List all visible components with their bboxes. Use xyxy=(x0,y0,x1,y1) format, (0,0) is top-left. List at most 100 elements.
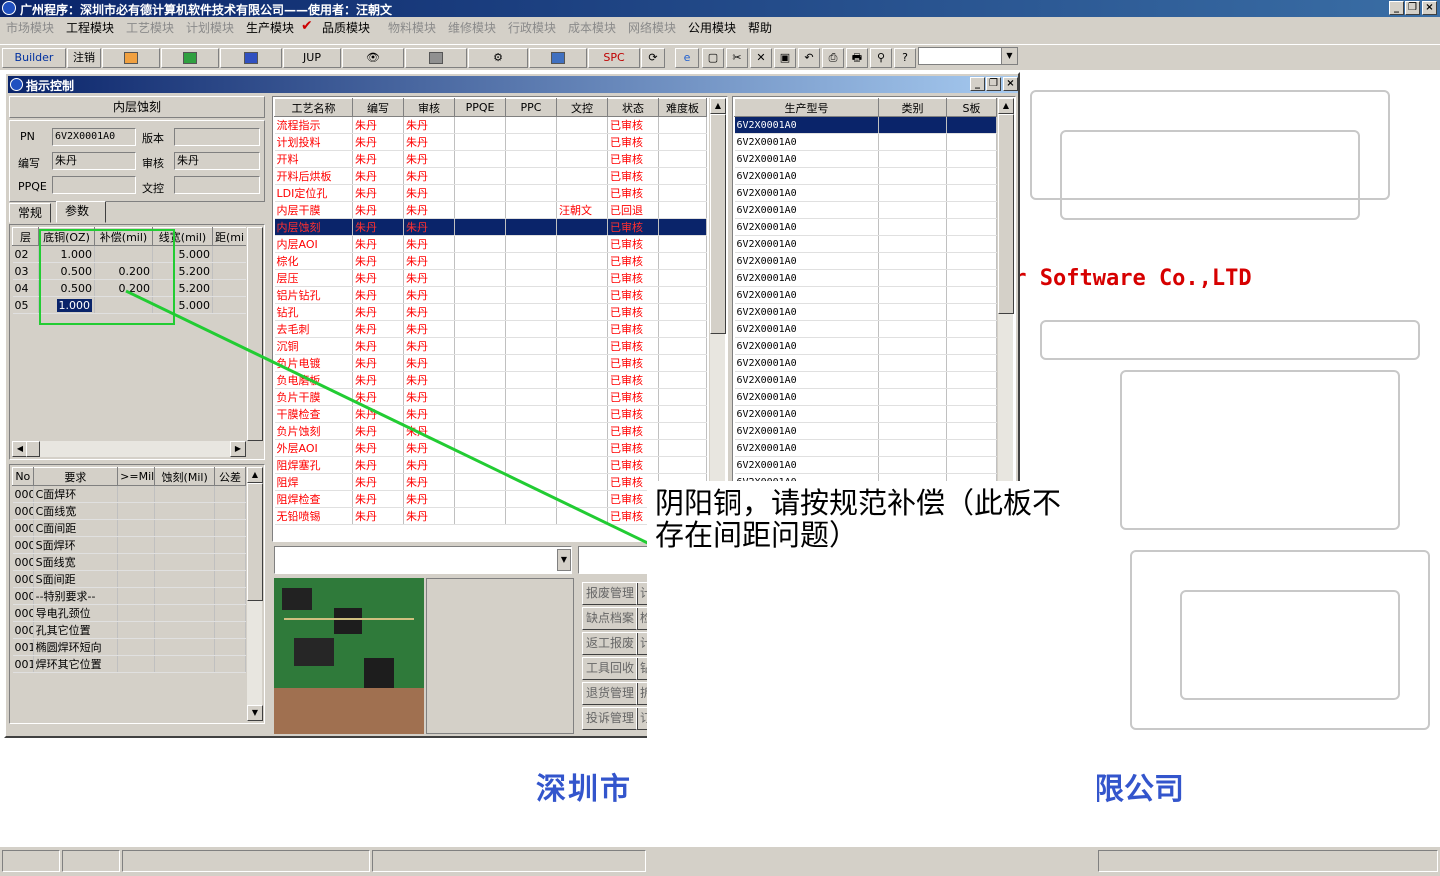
table-row[interactable]: 6V2X0001A0 xyxy=(734,320,997,338)
col-header-s-board[interactable]: S板 xyxy=(946,98,997,117)
table-row[interactable]: 6V2X0001A0 xyxy=(734,184,997,202)
col-header-ppc[interactable]: PPC xyxy=(505,98,557,117)
scroll-thumb[interactable] xyxy=(998,114,1014,314)
table-row[interactable]: 内层干膜 朱丹 朱丹 汪朝文 已回退 xyxy=(274,201,707,219)
menu-cost[interactable]: 成本模块 xyxy=(568,19,616,36)
table-row[interactable]: 6V2X0001A0 xyxy=(734,235,997,253)
table-row[interactable]: 6V2X0001A0 xyxy=(734,133,997,151)
table-row[interactable]: 内层AOI 朱丹 朱丹 已审核 xyxy=(274,235,707,253)
scroll-thumb[interactable] xyxy=(247,227,263,441)
table-row[interactable]: 阻焊塞孔 朱丹 朱丹 已审核 xyxy=(274,456,707,474)
word-button[interactable] xyxy=(220,48,282,68)
child-close-button[interactable]: × xyxy=(1003,77,1018,91)
excel-button[interactable] xyxy=(161,48,219,68)
menu-engineering[interactable]: 工程模块 xyxy=(66,19,114,36)
layer-table-vscroll[interactable] xyxy=(246,227,263,441)
table-row[interactable]: 6V2X0001A0 xyxy=(734,337,997,355)
side-button[interactable]: 报废管理 xyxy=(582,582,638,605)
col-header-reviewer[interactable]: 审核 xyxy=(403,98,455,117)
table-row[interactable]: 6V2X0001A0 xyxy=(734,354,997,372)
scroll-up-icon[interactable]: ▲ xyxy=(998,98,1014,114)
table-row[interactable]: 6V2X0001A0 xyxy=(734,252,997,270)
table-row[interactable]: 去毛刺 朱丹 朱丹 已审核 xyxy=(274,320,707,338)
table-row[interactable]: 6V2X0001A0 xyxy=(734,286,997,304)
logout-button[interactable]: 注销 xyxy=(67,48,101,68)
table-row[interactable]: 000孔其它位置 xyxy=(12,621,246,639)
scroll-right-icon[interactable]: ▶ xyxy=(230,441,246,457)
table-row[interactable]: 001椭圆焊环短向 xyxy=(12,638,246,656)
menu-plan[interactable]: 计划模块 xyxy=(186,19,234,36)
version-field[interactable] xyxy=(174,128,260,146)
table-row[interactable]: 000--特别要求-- xyxy=(12,587,246,605)
computer-button[interactable] xyxy=(529,48,587,68)
table-row[interactable]: 棕化 朱丹 朱丹 已审核 xyxy=(274,252,707,270)
scroll-up-icon[interactable]: ▲ xyxy=(710,98,726,114)
table-row[interactable]: 内层蚀刻 朱丹 朱丹 已审核 xyxy=(274,218,707,236)
tab-general[interactable]: 常规 xyxy=(9,203,52,223)
col-header-category[interactable]: 类别 xyxy=(878,98,947,117)
jup-button[interactable]: JUP xyxy=(283,48,341,68)
menu-quality[interactable]: 品质模块 xyxy=(322,19,370,36)
table-row[interactable]: 计划投料 朱丹 朱丹 已审核 xyxy=(274,133,707,151)
table-row[interactable]: 负电磨板 朱丹 朱丹 已审核 xyxy=(274,371,707,389)
table-row[interactable]: 干膜检查 朱丹 朱丹 已审核 xyxy=(274,405,707,423)
table-row[interactable]: 阻焊检查 朱丹 朱丹 已审核 xyxy=(274,490,707,508)
minimize-button[interactable]: _ xyxy=(1389,1,1404,15)
database-button[interactable] xyxy=(405,48,467,68)
side-button[interactable]: 投诉管理 xyxy=(582,707,638,730)
col-header-ppqe[interactable]: PPQE xyxy=(454,98,506,117)
child-minimize-button[interactable]: _ xyxy=(970,77,985,91)
table-row[interactable]: 6V2X0001A0 xyxy=(734,150,997,168)
table-row[interactable]: 6V2X0001A0 xyxy=(734,422,997,440)
side-button[interactable]: 工具回收 xyxy=(582,657,638,680)
table-row[interactable]: 流程指示 朱丹 朱丹 已审核 xyxy=(274,116,707,134)
col-header-writer[interactable]: 编写 xyxy=(352,98,404,117)
table-row[interactable]: 6V2X0001A0 xyxy=(734,167,997,185)
tab-params[interactable]: 参数 xyxy=(56,201,106,223)
table-row[interactable]: 000S面焊环 xyxy=(12,536,246,554)
restore-button[interactable]: ❐ xyxy=(1405,1,1420,15)
table-row[interactable]: 6V2X0001A0 xyxy=(734,116,997,134)
table-row[interactable]: 负片干膜 朱丹 朱丹 已审核 xyxy=(274,388,707,406)
table-row[interactable]: 6V2X0001A0 xyxy=(734,439,997,457)
table-row[interactable]: 负片蚀刻 朱丹 朱丹 已审核 xyxy=(274,422,707,440)
menu-repair[interactable]: 维修模块 xyxy=(448,19,496,36)
col-header-tolerance[interactable]: 公差 xyxy=(214,467,246,486)
scroll-thumb[interactable] xyxy=(247,483,263,601)
menu-market[interactable]: 市场模块 xyxy=(6,19,54,36)
help-button[interactable]: ? xyxy=(894,48,916,68)
table-row[interactable]: 外层AOI 朱丹 朱丹 已审核 xyxy=(274,439,707,457)
table-row[interactable]: 钻孔 朱丹 朱丹 已审核 xyxy=(274,303,707,321)
table-row[interactable]: 000S面线宽 xyxy=(12,553,246,571)
reviewer-field[interactable]: 朱丹 xyxy=(174,152,260,170)
table-row[interactable]: 沉铜 朱丹 朱丹 已审核 xyxy=(274,337,707,355)
menu-process[interactable]: 工艺模块 xyxy=(126,19,174,36)
table-row[interactable]: 000导电孔颈位 xyxy=(12,604,246,622)
eye-button[interactable]: 👁 xyxy=(342,48,404,68)
scroll-thumb[interactable] xyxy=(710,114,726,334)
menu-network[interactable]: 网络模块 xyxy=(628,19,676,36)
col-header-difficulty[interactable]: 难度板 xyxy=(658,98,707,117)
menu-material[interactable]: 物料模块 xyxy=(388,19,436,36)
table-row[interactable]: 6V2X0001A0 xyxy=(734,303,997,321)
table-row[interactable]: LDI定位孔 朱丹 朱丹 已审核 xyxy=(274,184,707,202)
close-button[interactable]: × xyxy=(1422,1,1437,15)
table-row[interactable]: 000C面线宽 xyxy=(12,502,246,520)
builder-button[interactable]: Builder xyxy=(2,48,66,68)
table-row[interactable]: 阻焊 朱丹 朱丹 已审核 xyxy=(274,473,707,491)
table-row[interactable]: 6V2X0001A0 xyxy=(734,201,997,219)
pn-field[interactable]: 6V2X0001A0 xyxy=(52,128,136,146)
refresh-button[interactable]: ⟳ xyxy=(641,48,665,68)
table-row[interactable]: 6V2X0001A0 xyxy=(734,388,997,406)
cut-button[interactable]: ✂ xyxy=(726,48,748,68)
col-header-doc-control[interactable]: 文控 xyxy=(556,98,608,117)
bottom-combo[interactable]: ▼ xyxy=(274,546,572,574)
table-row[interactable]: 开料后烘板 朱丹 朱丹 已审核 xyxy=(274,167,707,185)
table-row[interactable]: 000S面间距 xyxy=(12,570,246,588)
table-row[interactable]: 000C面焊环 xyxy=(12,485,246,503)
side-button[interactable]: 缺点档案 xyxy=(582,607,638,630)
layer-table-hscroll[interactable]: ◀ ▶ xyxy=(12,441,246,457)
doc-control-field[interactable] xyxy=(174,176,260,194)
process-table-vscroll[interactable]: ▲ xyxy=(709,98,726,540)
menu-admin[interactable]: 行政模块 xyxy=(508,19,556,36)
